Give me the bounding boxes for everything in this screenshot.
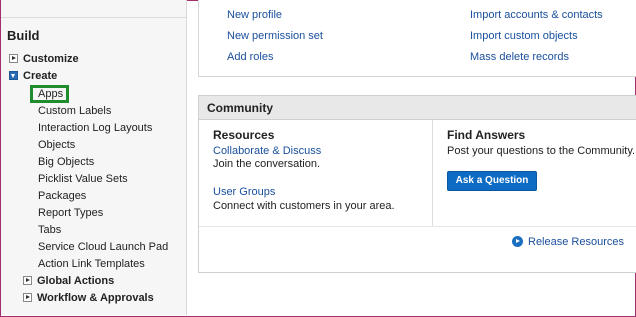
- link-new-profile[interactable]: New profile: [227, 9, 282, 21]
- sidebar-item-label: Custom Labels: [38, 105, 112, 117]
- sidebar-item-label: Create: [23, 70, 58, 82]
- sidebar-item-label: Customize: [23, 53, 79, 65]
- find-answers-description: Post your questions to the Community.: [447, 145, 636, 157]
- sidebar-item-customize[interactable]: Customize: [9, 51, 79, 68]
- community-card: Community Resources Collaborate & Discus…: [198, 95, 636, 273]
- sidebar-item-global-actions[interactable]: Global Actions: [23, 273, 114, 290]
- collaborate-description: Join the conversation.: [213, 158, 321, 170]
- sidebar-item-label: Workflow & Approvals: [37, 292, 154, 304]
- column-divider: [432, 120, 433, 226]
- expand-icon[interactable]: [23, 275, 32, 285]
- sidebar-item-big-objects[interactable]: Big Objects: [38, 154, 94, 171]
- sidebar-item-label: Report Types: [38, 207, 104, 219]
- sidebar-item-create[interactable]: Create: [9, 68, 57, 85]
- sidebar-item-apps[interactable]: Apps: [38, 86, 63, 103]
- expand-icon[interactable]: [23, 292, 32, 302]
- sidebar-item-label: Interaction Log Layouts: [38, 122, 153, 134]
- sidebar-item-label: Picklist Value Sets: [38, 173, 128, 185]
- sidebar-item-label: Packages: [38, 190, 87, 202]
- community-card-header: Community: [199, 96, 636, 120]
- sidebar-item-service-cloud-launch-pad[interactable]: Service Cloud Launch Pad: [38, 239, 168, 256]
- setup-sidebar: Build Customize Create Apps Custom Label…: [1, 0, 187, 315]
- sidebar-item-label: Action Link Templates: [38, 258, 145, 270]
- link-add-roles[interactable]: Add roles: [227, 51, 273, 63]
- expand-icon[interactable]: [9, 53, 18, 63]
- find-answers-heading: Find Answers: [447, 128, 526, 142]
- release-resources-link[interactable]: Release Resources: [512, 235, 624, 248]
- link-import-custom-objects[interactable]: Import custom objects: [470, 30, 578, 42]
- ask-a-question-button[interactable]: Ask a Question: [447, 171, 537, 191]
- quick-links-card: New profile New permission set Add roles…: [198, 0, 636, 77]
- sidebar-item-objects[interactable]: Objects: [38, 137, 75, 154]
- sidebar-item-tabs[interactable]: Tabs: [38, 222, 61, 239]
- sidebar-item-interaction-log-layouts[interactable]: Interaction Log Layouts: [38, 120, 152, 137]
- community-title: Community: [207, 101, 273, 115]
- sidebar-item-label: Tabs: [38, 224, 62, 236]
- link-collaborate-discuss[interactable]: Collaborate & Discuss: [213, 145, 321, 157]
- sidebar-item-report-types[interactable]: Report Types: [38, 205, 103, 222]
- main-content: New profile New permission set Add roles…: [187, 0, 636, 315]
- link-user-groups[interactable]: User Groups: [213, 186, 275, 198]
- sidebar-item-workflow-approvals[interactable]: Workflow & Approvals: [23, 290, 154, 307]
- card-divider: [199, 226, 636, 227]
- link-new-permission-set[interactable]: New permission set: [227, 30, 323, 42]
- sidebar-item-action-link-templates[interactable]: Action Link Templates: [38, 256, 145, 273]
- sidebar-item-label: Big Objects: [38, 156, 95, 168]
- collapse-icon[interactable]: [9, 70, 18, 80]
- release-resources-label: Release Resources: [528, 236, 624, 248]
- sidebar-item-label: Service Cloud Launch Pad: [38, 241, 169, 253]
- user-groups-description: Connect with customers in your area.: [213, 200, 395, 212]
- sidebar-item-label: Global Actions: [37, 275, 115, 287]
- sidebar-item-packages[interactable]: Packages: [38, 188, 86, 205]
- sidebar-section-title: Build: [7, 28, 40, 43]
- sidebar-item-label: Objects: [38, 139, 76, 151]
- link-import-accounts-contacts[interactable]: Import accounts & contacts: [470, 9, 603, 21]
- resources-heading: Resources: [213, 128, 275, 142]
- sidebar-item-custom-labels[interactable]: Custom Labels: [38, 103, 111, 120]
- link-mass-delete-records[interactable]: Mass delete records: [470, 51, 569, 63]
- sidebar-item-picklist-value-sets[interactable]: Picklist Value Sets: [38, 171, 128, 188]
- sidebar-item-label: Apps: [38, 88, 64, 100]
- play-circle-icon: [512, 235, 523, 247]
- sidebar-divider: [1, 17, 186, 18]
